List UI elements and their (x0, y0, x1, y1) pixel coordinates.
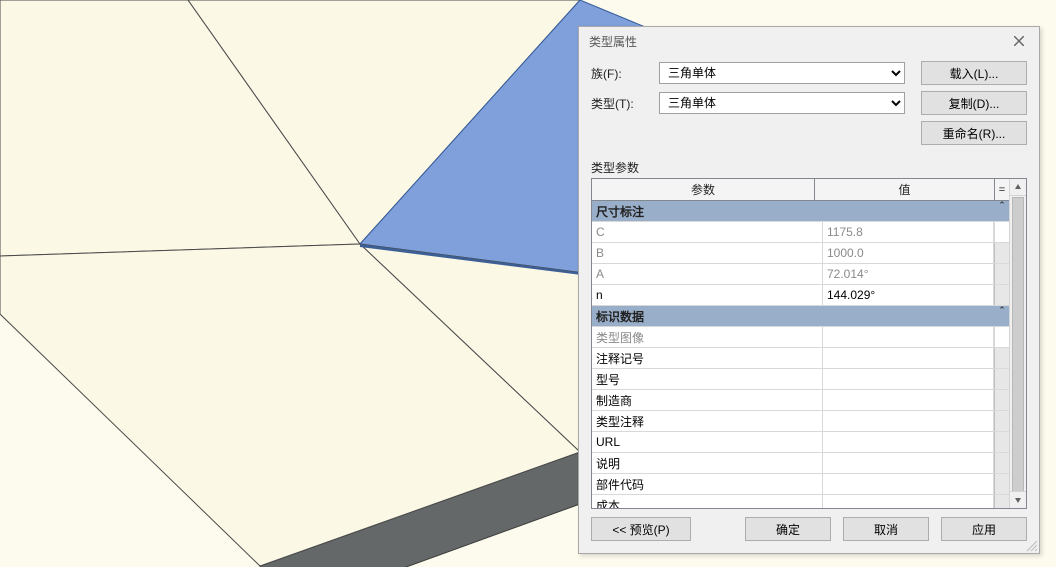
param-value: 72.014° (823, 264, 994, 284)
parameter-row[interactable]: 注释记号 (592, 348, 1009, 369)
scroll-down-icon[interactable] (1010, 491, 1026, 508)
param-name: 注释记号 (592, 348, 823, 368)
eq-cell (994, 222, 1009, 242)
dialog-title: 类型属性 (589, 33, 1003, 50)
scroll-thumb[interactable] (1012, 197, 1024, 499)
type-params-label: 类型参数 (591, 159, 1027, 176)
eq-cell (994, 243, 1009, 263)
group-name: 尺寸标注 (592, 201, 995, 221)
group-header[interactable]: 尺寸标注⌃ (592, 201, 1009, 222)
eq-cell (994, 285, 1009, 305)
param-value[interactable] (823, 390, 994, 410)
header-equals[interactable]: = (995, 179, 1009, 201)
parameter-row[interactable]: 成本 (592, 495, 1009, 508)
eq-cell (994, 348, 1009, 368)
ok-button[interactable]: 确定 (745, 517, 831, 541)
eq-cell (994, 432, 1009, 452)
eq-cell (994, 390, 1009, 410)
scroll-up-icon[interactable] (1010, 179, 1026, 196)
type-label: 类型(T): (591, 95, 659, 112)
resize-grip-icon[interactable] (1024, 538, 1038, 552)
param-value[interactable] (823, 495, 994, 508)
param-name: n (592, 285, 823, 305)
grid-header: 参数 值 = (592, 179, 1009, 201)
dialog-footer: << 预览(P) 确定 取消 应用 (579, 509, 1039, 553)
family-label: 族(F): (591, 65, 659, 82)
close-icon[interactable] (1003, 30, 1035, 52)
eq-cell (994, 495, 1009, 508)
parameter-row[interactable]: 类型注释 (592, 411, 1009, 432)
parameter-row[interactable]: B1000.0 (592, 243, 1009, 264)
parameter-row[interactable]: URL (592, 432, 1009, 453)
parameter-row[interactable]: C1175.8 (592, 222, 1009, 243)
parameter-row[interactable]: 部件代码 (592, 474, 1009, 495)
param-value (823, 327, 994, 347)
grid-scrollbar[interactable] (1009, 179, 1026, 508)
param-name: 制造商 (592, 390, 823, 410)
param-name: B (592, 243, 823, 263)
param-name: 类型注释 (592, 411, 823, 431)
param-name: 型号 (592, 369, 823, 389)
param-value: 1000.0 (823, 243, 994, 263)
param-name: 成本 (592, 495, 823, 508)
param-name: 部件代码 (592, 474, 823, 494)
duplicate-button[interactable]: 复制(D)... (921, 91, 1027, 115)
eq-cell (994, 264, 1009, 284)
param-value[interactable] (823, 453, 994, 473)
param-name: C (592, 222, 823, 242)
parameter-grid: 参数 值 = 尺寸标注⌃C1175.8B1000.0A72.014°n144.0… (591, 178, 1027, 509)
parameter-row[interactable]: 型号 (592, 369, 1009, 390)
param-name: URL (592, 432, 823, 452)
param-value[interactable] (823, 369, 994, 389)
preview-button[interactable]: << 预览(P) (591, 517, 691, 541)
dialog-titlebar[interactable]: 类型属性 (579, 27, 1039, 55)
parameter-row[interactable]: 制造商 (592, 390, 1009, 411)
header-value[interactable]: 值 (815, 179, 995, 201)
eq-cell (994, 453, 1009, 473)
eq-cell (994, 411, 1009, 431)
group-header[interactable]: 标识数据⌃ (592, 306, 1009, 327)
type-select[interactable]: 三角单体 (659, 92, 905, 114)
type-properties-dialog: 类型属性 族(F): 三角单体 载入(L)... 类型(T): 三角单体 复制(… (578, 26, 1040, 554)
apply-button[interactable]: 应用 (941, 517, 1027, 541)
eq-cell (994, 474, 1009, 494)
eq-cell (994, 327, 1009, 347)
param-value[interactable] (823, 411, 994, 431)
cancel-button[interactable]: 取消 (843, 517, 929, 541)
param-name: A (592, 264, 823, 284)
group-name: 标识数据 (592, 306, 995, 326)
family-select[interactable]: 三角单体 (659, 62, 905, 84)
parameter-row[interactable]: 说明 (592, 453, 1009, 474)
parameter-row[interactable]: 类型图像 (592, 327, 1009, 348)
rename-button[interactable]: 重命名(R)... (921, 121, 1027, 145)
param-value[interactable] (823, 474, 994, 494)
param-value[interactable] (823, 432, 994, 452)
param-value[interactable] (823, 348, 994, 368)
collapse-icon[interactable]: ⌃ (995, 201, 1009, 221)
parameter-row[interactable]: n144.029° (592, 285, 1009, 306)
header-parameter[interactable]: 参数 (592, 179, 815, 201)
param-value: 1175.8 (823, 222, 994, 242)
param-name: 类型图像 (592, 327, 823, 347)
collapse-icon[interactable]: ⌃ (995, 306, 1009, 326)
parameter-row[interactable]: A72.014° (592, 264, 1009, 285)
eq-cell (994, 369, 1009, 389)
param-name: 说明 (592, 453, 823, 473)
load-button[interactable]: 载入(L)... (921, 61, 1027, 85)
param-value[interactable]: 144.029° (823, 285, 994, 305)
